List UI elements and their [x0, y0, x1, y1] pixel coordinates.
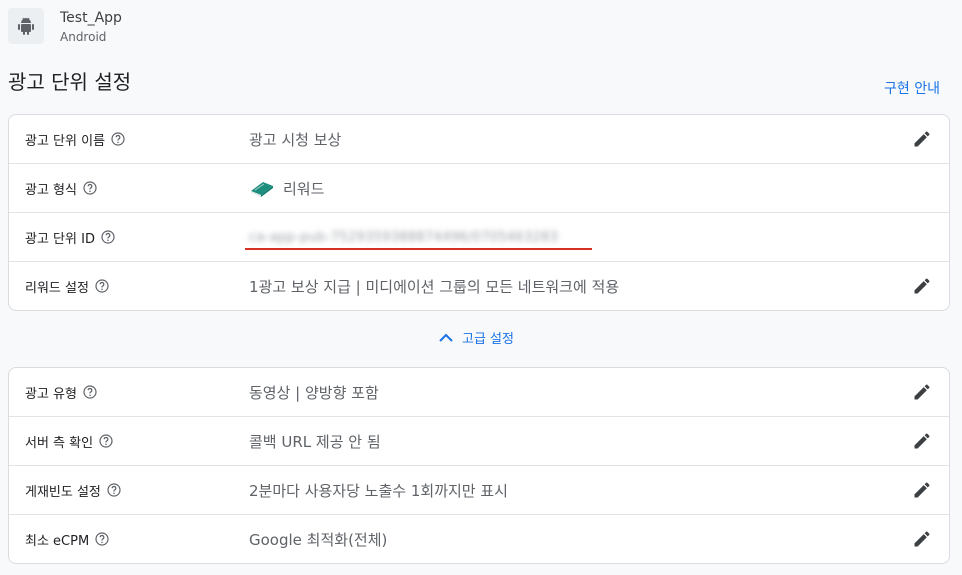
page-title: 광고 단위 설정 [8, 70, 132, 94]
ad-type-row: 광고 유형 동영상 | 양방향 포함 [9, 368, 949, 416]
advanced-settings-label: 고급 설정 [462, 332, 514, 347]
advanced-settings-toggle[interactable]: 고급 설정 [438, 328, 514, 347]
frequency-cap-value: 2분마다 사용자당 노출수 1회까지만 표시 [249, 481, 508, 500]
min-ecpm-value: Google 최적화(전체) [249, 530, 388, 549]
help-icon[interactable] [83, 385, 97, 399]
app-platform: Android [60, 30, 107, 44]
ad-unit-name-label: 광고 단위 이름 [25, 133, 106, 149]
edit-ad-type-button[interactable] [911, 381, 933, 403]
ad-type-label: 광고 유형 [25, 386, 77, 402]
server-verification-row: 서버 측 확인 콜백 URL 제공 안 됨 [9, 416, 949, 465]
ad-unit-id-row: 광고 단위 ID ca-app-pub-7529359388874496/070… [9, 212, 949, 261]
edit-reward-settings-button[interactable] [911, 275, 933, 297]
frequency-cap-row: 게재빈도 설정 2분마다 사용자당 노출수 1회까지만 표시 [9, 465, 949, 514]
min-ecpm-row: 최소 eCPM Google 최적화(전체) [9, 514, 949, 563]
help-icon[interactable] [95, 279, 109, 293]
pencil-icon [914, 131, 930, 147]
help-icon[interactable] [111, 132, 125, 146]
pencil-icon [914, 278, 930, 294]
ad-format-row: 광고 형식 리워드 [9, 163, 949, 212]
edit-ad-unit-name-button[interactable] [911, 128, 933, 150]
ad-unit-id-label: 광고 단위 ID [25, 231, 95, 247]
red-underline-annotation [245, 248, 592, 250]
server-verification-label: 서버 측 확인 [25, 435, 94, 451]
app-name: Test_App [60, 10, 122, 26]
pencil-icon [914, 482, 930, 498]
reward-settings-value: 1광고 보상 지급 | 미디에이션 그룹의 모든 네트워크에 적용 [249, 277, 620, 296]
help-icon[interactable] [99, 434, 113, 448]
min-ecpm-label: 최소 eCPM [25, 533, 90, 549]
help-icon[interactable] [107, 483, 121, 497]
edit-server-verification-button[interactable] [911, 430, 933, 452]
help-icon[interactable] [95, 532, 109, 546]
pencil-icon [914, 384, 930, 400]
help-icon[interactable] [83, 181, 97, 195]
basic-settings-card: 광고 단위 이름 광고 시청 보상 광고 형식 리워드 광고 단위 ID ca-… [8, 114, 950, 311]
server-verification-value: 콜백 URL 제공 안 됨 [249, 432, 381, 451]
pencil-icon [914, 433, 930, 449]
frequency-cap-label: 게재빈도 설정 [25, 484, 101, 500]
android-icon [8, 8, 44, 44]
advanced-settings-card: 광고 유형 동영상 | 양방향 포함 서버 측 확인 콜백 URL 제공 안 됨… [8, 367, 950, 564]
ad-unit-name-row: 광고 단위 이름 광고 시청 보상 [9, 115, 949, 163]
ad-format-value: 리워드 [283, 179, 325, 198]
ad-type-value: 동영상 | 양방향 포함 [249, 383, 379, 402]
ad-format-label: 광고 형식 [25, 182, 77, 198]
reward-book-icon [249, 178, 275, 198]
edit-min-ecpm-button[interactable] [911, 528, 933, 550]
ad-unit-name-value: 광고 시청 보상 [249, 130, 342, 149]
edit-frequency-cap-button[interactable] [911, 479, 933, 501]
app-header: Test_App Android [8, 8, 122, 44]
ad-unit-id-value: ca-app-pub-7529359388874496/0705463283 [249, 229, 559, 245]
reward-settings-row: 리워드 설정 1광고 보상 지급 | 미디에이션 그룹의 모든 네트워크에 적용 [9, 261, 949, 310]
chevron-up-icon [439, 333, 453, 342]
implementation-guide-link[interactable]: 구현 안내 [884, 78, 940, 98]
reward-settings-label: 리워드 설정 [25, 280, 89, 296]
pencil-icon [914, 531, 930, 547]
help-icon[interactable] [101, 230, 115, 244]
